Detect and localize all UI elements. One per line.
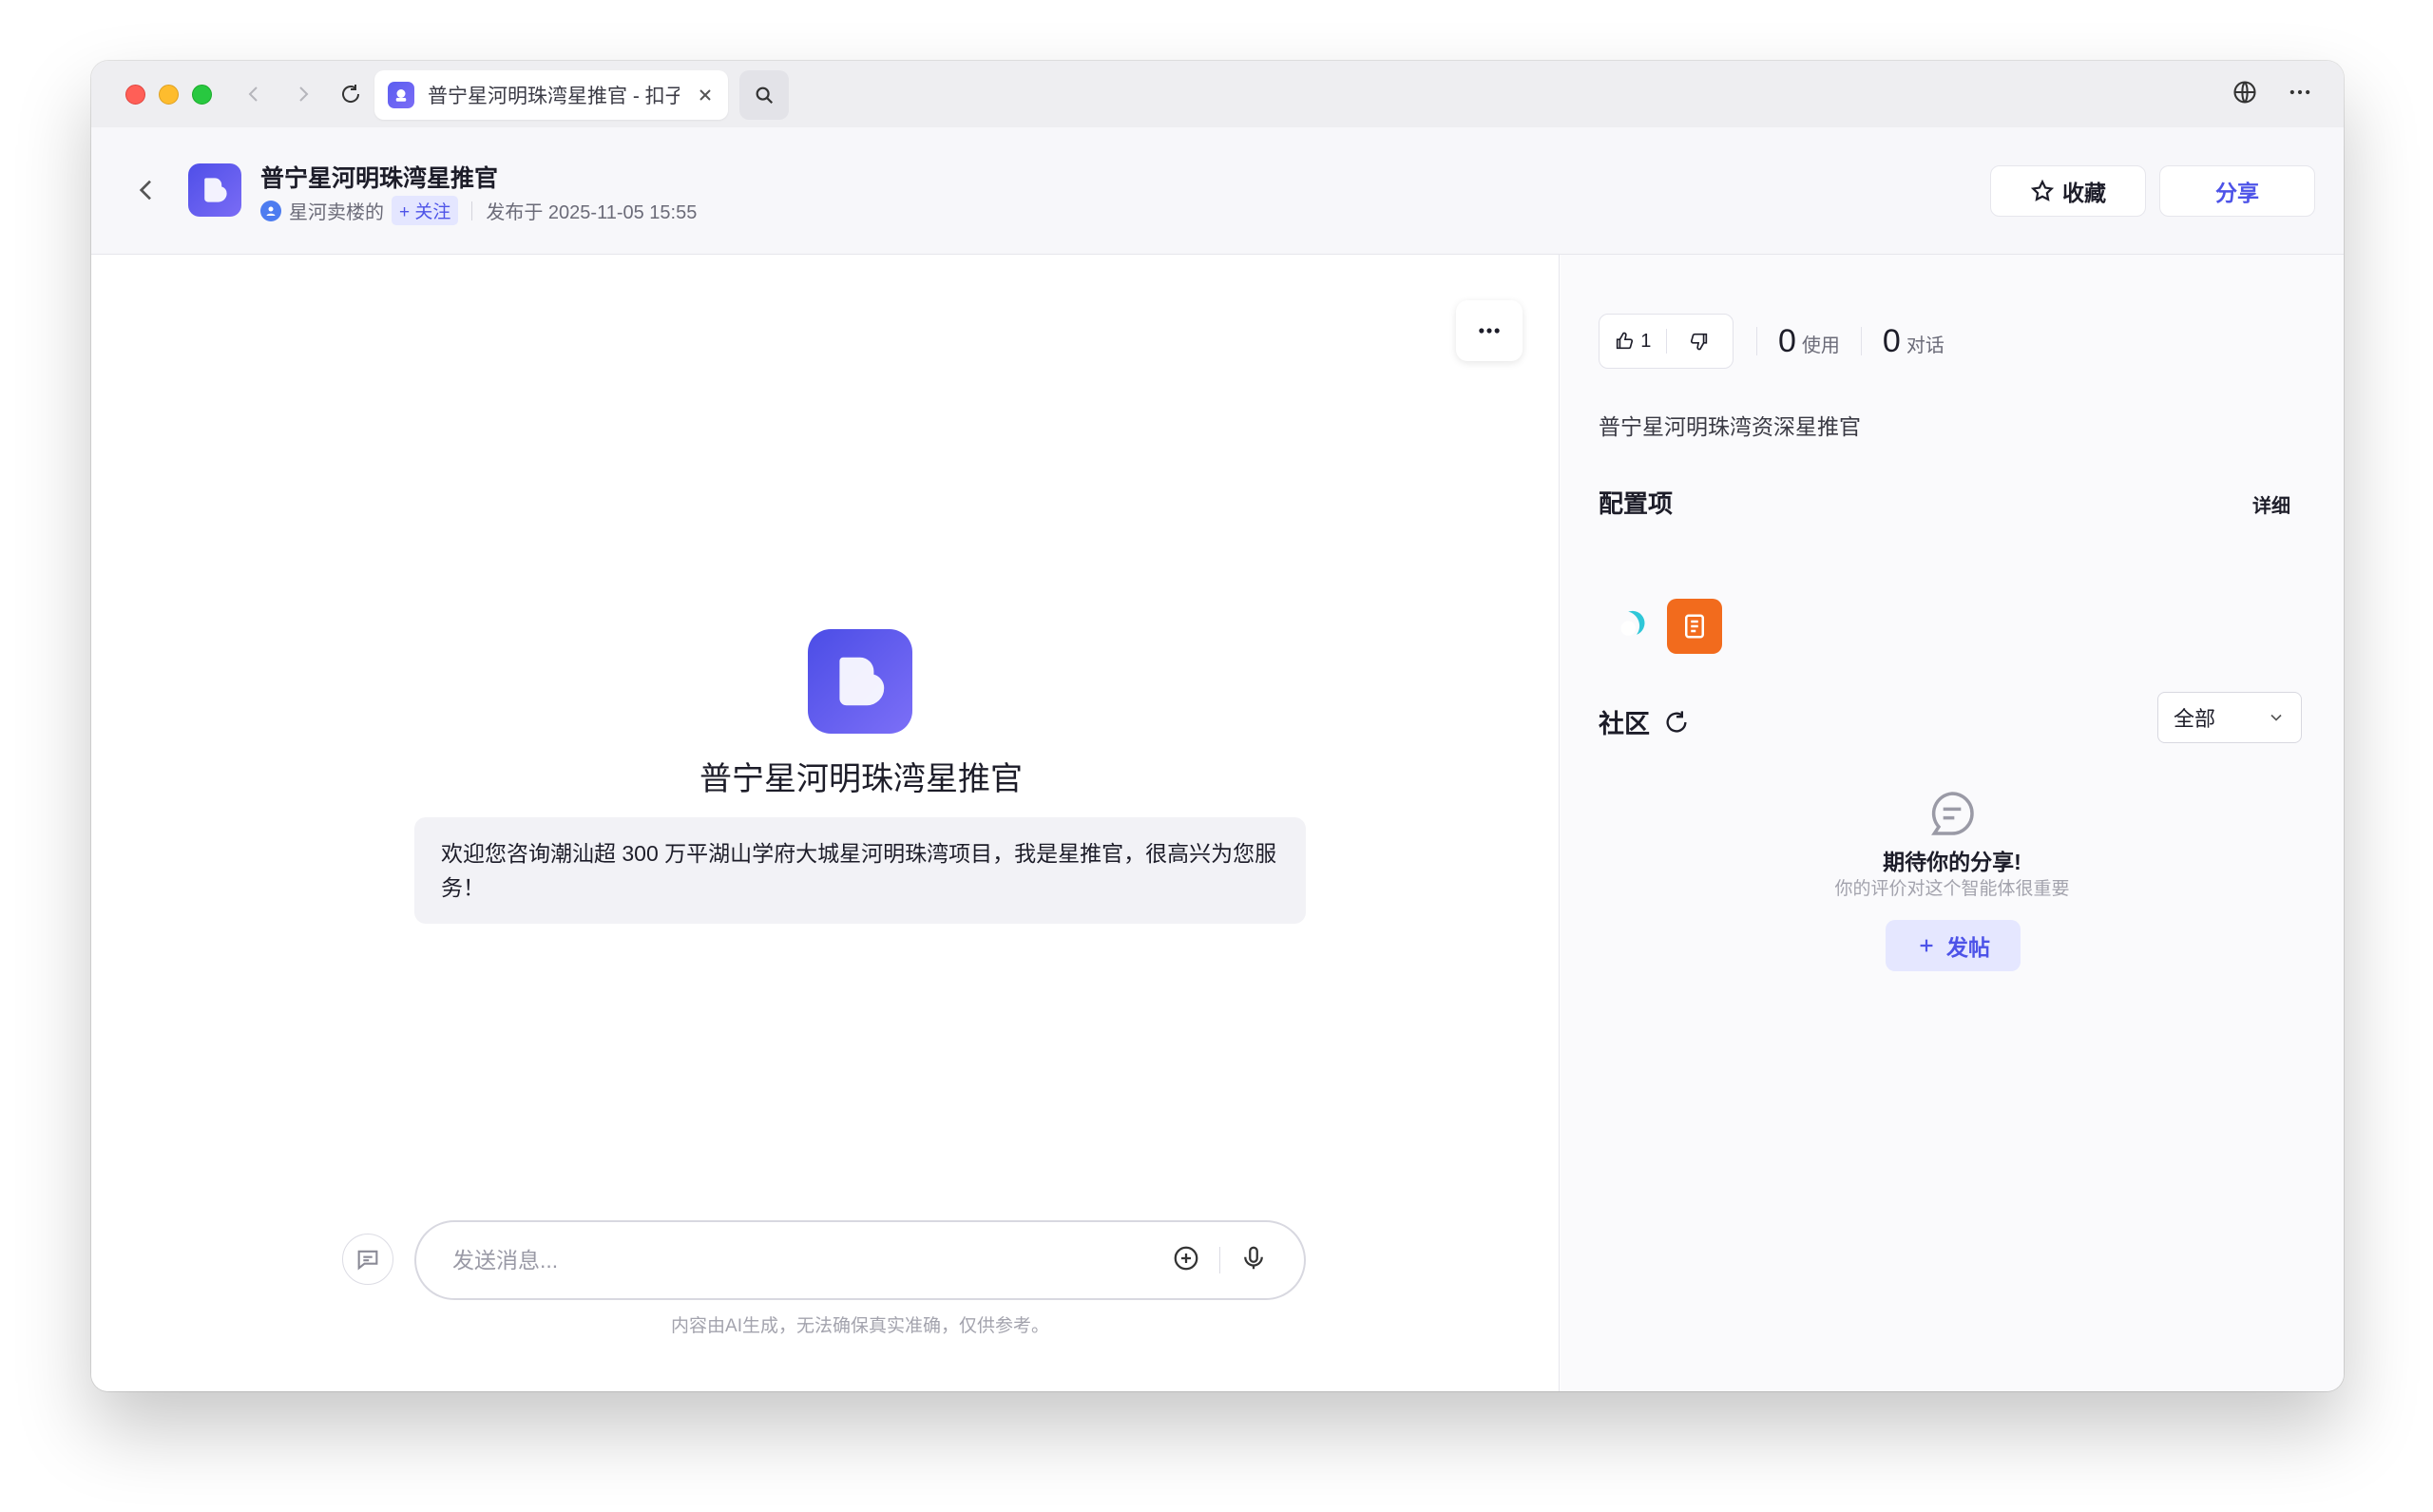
browser-forward-button[interactable] [284,75,322,113]
chevron-left-icon [248,86,258,102]
usage-stats: 0 使用 0 对话 [1756,316,1965,367]
microphone-icon [1244,1246,1263,1269]
tab-title: 普宁星河明珠湾星推官 - 扣子 [428,86,680,107]
plus-circle-icon [1174,1246,1198,1270]
favorite-button[interactable]: 收藏 [1990,165,2146,217]
message-input-box[interactable] [414,1220,1306,1300]
share-label: 分享 [2215,181,2259,205]
tab-close-button[interactable] [696,86,715,105]
search-icon [756,86,774,105]
like-button[interactable]: 1 [1600,331,1666,353]
follow-button[interactable]: + 关注 [392,196,459,225]
bot-header: 普宁星河明珠湾星推官 星河卖楼的 + 关注 发布于 2025-11-05 15:… [91,127,2344,255]
chat-bot-name: 普宁星河明珠湾星推官 [699,761,1023,797]
author-avatar[interactable] [260,200,281,221]
thumbs-down-icon [1691,333,1708,351]
coze-favicon-icon [388,82,414,108]
chevron-right-icon [299,86,309,102]
thumbs-up-icon [1617,332,1634,350]
more-horizontal-icon [2289,89,2310,94]
meta-divider [471,201,473,220]
close-window-button[interactable] [125,84,145,105]
browser-menu-button[interactable] [2287,79,2313,110]
community-filter-select[interactable]: 全部 [2157,692,2302,743]
tab-search-button[interactable] [739,70,789,120]
bot-avatar [188,163,241,217]
chat-area: 普宁星河明珠湾星推官 欢迎您咨询潮汕超 300 万平湖山学府大城星河明珠湾项目，… [91,255,1560,1391]
browser-reload-button[interactable] [332,75,370,113]
minimize-window-button[interactable] [159,84,179,105]
message-input[interactable] [452,1247,1172,1273]
bot-description: 普宁星河明珠湾资深星推官 [1599,414,1861,439]
author-name[interactable]: 星河卖楼的 [289,197,384,224]
dislike-button[interactable] [1667,331,1734,352]
uses-count: 0 [1778,322,1796,359]
globe-language-button[interactable] [2232,79,2258,110]
star-icon [2030,179,2055,201]
knowledge-plugin-icon[interactable] [1667,599,1722,654]
chat-more-button[interactable] [1456,300,1523,361]
doubao-model-icon[interactable] [1599,599,1654,654]
chevron-left-icon [139,180,151,201]
empty-state-title: 期待你的分享! [1883,850,2021,874]
favorite-label: 收藏 [2062,181,2106,205]
browser-tab-bar: 普宁星河明珠湾星推官 - 扣子 [91,61,2344,127]
globe-icon [2233,80,2256,104]
maximize-window-button[interactable] [192,84,212,105]
refresh-button[interactable] [1663,709,1690,736]
new-post-label: 发帖 [1946,935,1990,960]
vote-box: 1 [1599,314,1734,369]
window-controls [125,84,212,105]
bot-info-panel: 1 0 使用 0 对话 普宁星河明珠湾资深星推官 配置项 详细 社区 全部 期待… [1561,255,2344,1391]
browser-tab-active[interactable]: 普宁星河明珠湾星推官 - 扣子 [374,70,728,120]
filter-value: 全部 [2174,707,2216,731]
back-button[interactable] [131,175,162,210]
bot-meta: 星河卖楼的 + 关注 发布于 2025-11-05 15:55 [260,196,697,225]
browser-window: 普宁星河明珠湾星推官 - 扣子 普宁星河明珠湾星推官 星河卖楼的 + 关注 发布… [91,61,2344,1391]
voice-input-button[interactable] [1239,1244,1268,1277]
chevron-down-icon [2270,714,2282,721]
uses-stat: 0 使用 [1757,323,1861,360]
like-count: 1 [1640,330,1652,352]
bot-title: 普宁星河明珠湾星推官 [260,165,499,192]
new-post-button[interactable]: 发帖 [1886,920,2021,971]
config-section-title: 配置项 [1599,489,1674,518]
publish-time: 发布于 2025-11-05 15:55 [486,202,698,223]
config-detail-link[interactable]: 详细 [2252,490,2290,518]
empty-comment-icon [1925,787,1979,845]
uses-label: 使用 [1801,335,1840,356]
config-plugins [1599,599,1722,654]
community-header: 社区 [1599,703,1690,740]
community-title: 社区 [1599,710,1650,738]
browser-toolbar-right [2232,61,2313,127]
chat-clear-icon [357,1250,378,1271]
close-icon [699,89,711,101]
empty-state-subtitle: 你的评价对这个智能体很重要 [1834,879,2070,899]
dialogs-label: 对话 [1906,335,1944,356]
attach-button[interactable] [1172,1244,1200,1277]
browser-back-button[interactable] [235,75,273,113]
input-actions [1172,1244,1268,1277]
new-chat-button[interactable] [342,1234,393,1285]
more-horizontal-icon [1479,328,1500,334]
bot-avatar-large [808,629,912,734]
dialogs-count: 0 [1882,322,1901,359]
ai-disclaimer: 内容由AI生成，无法确保真实准确，仅供参考。 [671,1316,1049,1336]
welcome-message: 欢迎您咨询潮汕超 300 万平湖山学府大城星河明珠湾项目，我是星推官，很高兴为您… [414,817,1306,924]
refresh-icon [1666,710,1687,733]
input-divider [1219,1247,1220,1273]
share-button[interactable]: 分享 [2159,165,2315,217]
reload-icon [342,85,360,103]
dialogs-stat: 0 对话 [1862,323,1965,360]
plus-icon [1920,939,1933,952]
